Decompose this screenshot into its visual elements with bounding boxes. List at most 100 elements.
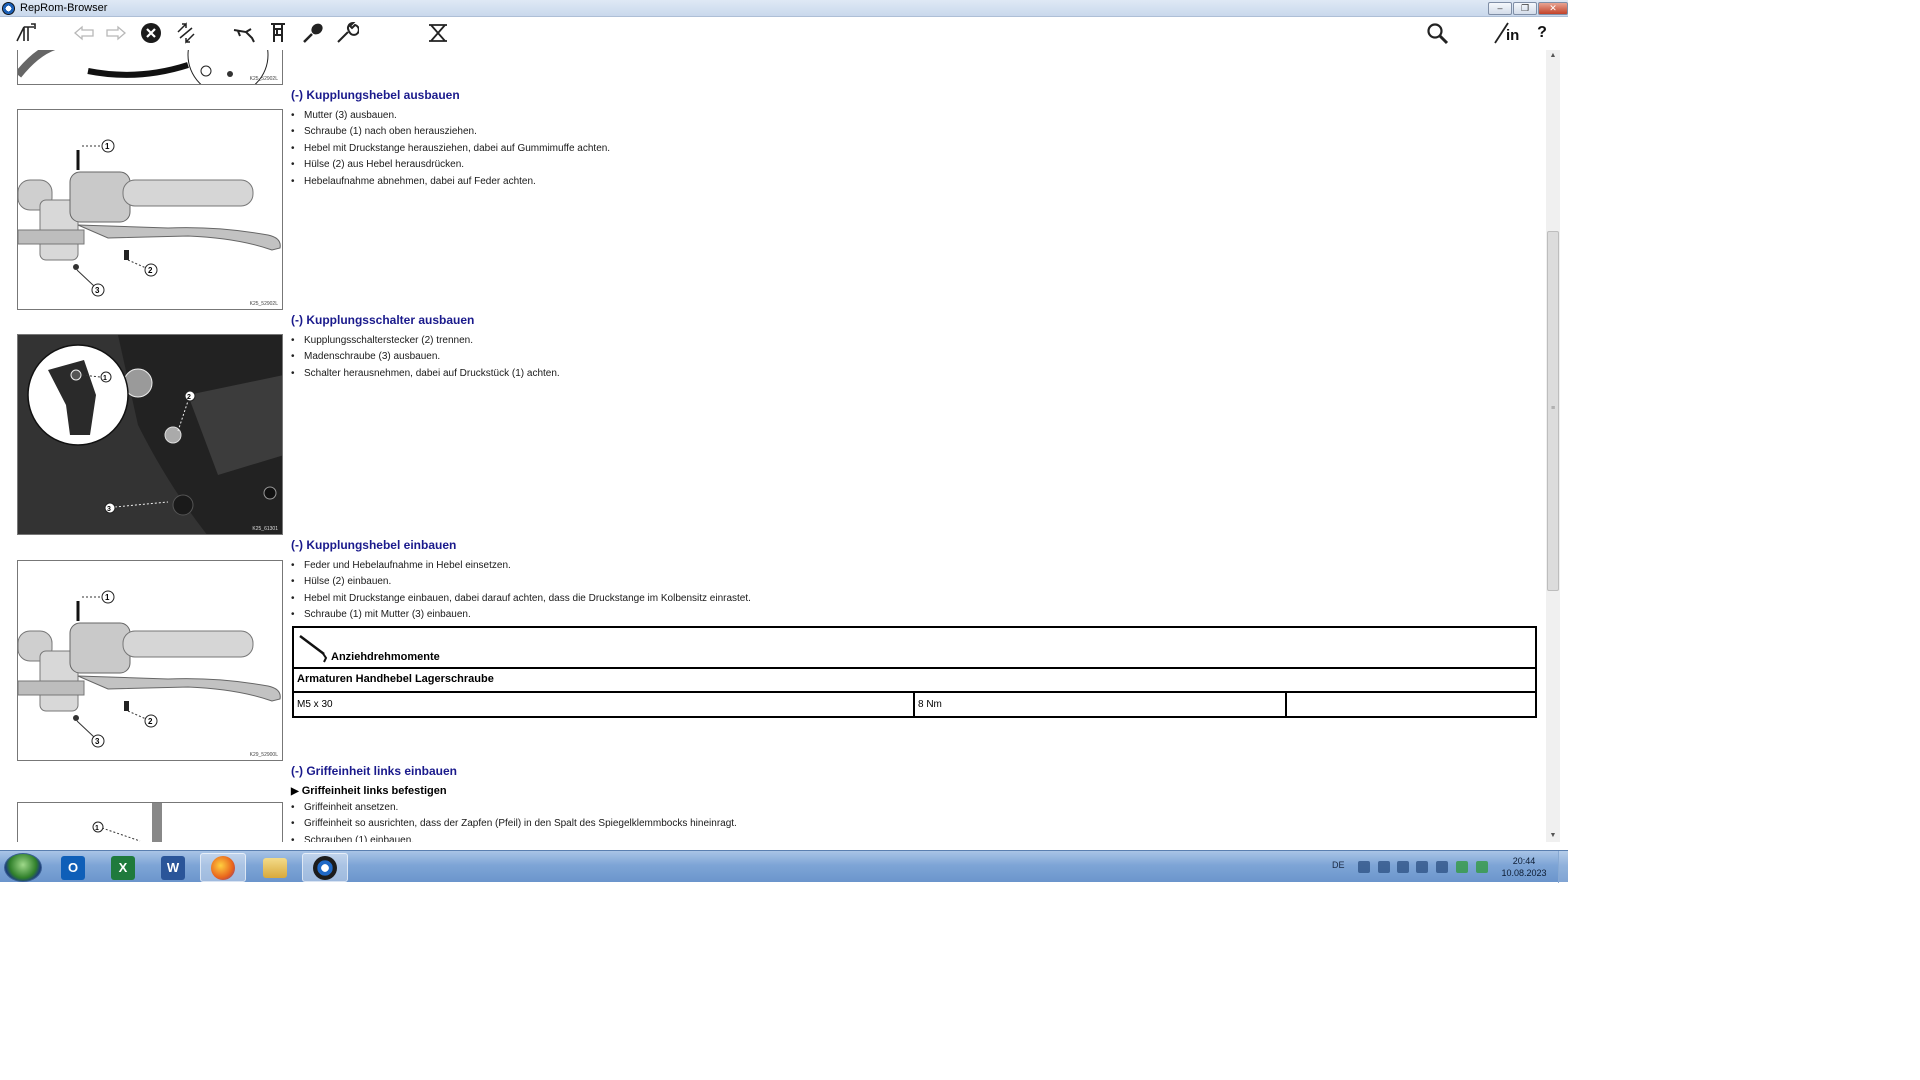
taskbar-firefox[interactable] [200,853,246,882]
taskbar-explorer[interactable] [252,853,298,882]
cancel-icon[interactable] [137,20,165,46]
scroll-thumb[interactable]: ≡ [1547,231,1559,591]
language-indicator[interactable]: DE [1332,860,1345,870]
section-title: (-) Kupplungshebel einbauen [291,538,457,552]
windows-taskbar: O X W DE 20:44 10.08.2023 [0,850,1568,883]
section-title: (-) Kupplungshebel ausbauen [291,88,460,102]
torque-subheader-label: Armaturen Handhebel Lagerschraube [297,673,494,685]
info-label: in [1506,27,1520,44]
step-item: Schraube (1) nach oben herausziehen. [291,124,610,140]
search-icon[interactable] [1423,20,1451,46]
outlook-icon: O [61,855,85,880]
step-list: Kupplungsschalterstecker (2) trennen. Ma… [291,333,560,382]
taskbar-excel[interactable]: X [100,853,146,882]
step-item: Schalter herausnehmen, dabei auf Druckst… [291,366,560,382]
display-icon[interactable] [1378,861,1390,873]
taskbar-bmw-reprom[interactable] [302,853,348,882]
step-item: Madenschraube (3) ausbauen. [291,349,560,365]
bmw-icon [313,855,337,880]
figure-code: K25_52902L [249,301,278,307]
grip-icon: ≡ [1551,405,1556,412]
callout-2: 2 [148,717,153,726]
scroll-down-arrow-icon[interactable]: ▼ [1546,830,1560,842]
security-icon[interactable] [1456,861,1468,873]
torque-table: Anziehdrehmomente Armaturen Handhebel La… [292,626,1537,718]
step-list: Feder und Hebelaufnahme in Hebel einsetz… [291,558,751,624]
tool-icon[interactable] [230,20,258,46]
torque-table-header: Anziehdrehmomente [294,628,1535,669]
excel-icon: X [111,855,135,880]
measurement-icon[interactable] [264,20,292,46]
callout-1: 1 [95,825,99,832]
figure-clutch-lever-installation: 1 2 3 K29_52900L [17,560,283,761]
torque-header-label: Anziehdrehmomente [331,651,440,663]
callout-3: 3 [95,737,100,746]
forward-arrow-icon[interactable] [102,20,130,46]
help-icon[interactable]: ? [1528,20,1556,46]
flag-icon[interactable] [1358,861,1370,873]
network-icon[interactable] [1436,861,1448,873]
back-arrow-icon[interactable] [70,20,98,46]
figure-clutch-lever-removal: 1 2 3 K25_52902L [17,109,283,310]
title-bar: RepRom-Browser – ❐ ✕ [0,0,1568,17]
filter-icon[interactable] [424,20,452,46]
callout-1: 1 [105,142,110,151]
adjust-icon[interactable] [299,20,327,46]
step-item: Hülse (2) aus Hebel herausdrücken. [291,157,610,173]
sync-icon[interactable] [172,20,200,46]
section-title: (-) Kupplungsschalter ausbauen [291,313,475,327]
step-item: Schraube (1) mit Mutter (3) einbauen. [291,607,751,623]
figure-code: K25_61301 [252,526,278,532]
close-button[interactable]: ✕ [1538,2,1568,15]
window-title: RepRom-Browser [20,2,108,14]
info-icon[interactable]: in [1492,20,1524,46]
callout-1: 1 [105,593,110,602]
torque-table-subheader: Armaturen Handhebel Lagerschraube [294,669,1535,693]
step-item: Feder und Hebelaufnahme in Hebel einsetz… [291,558,751,574]
figure-previous: K25_52902L [17,50,283,85]
restore-button[interactable]: ❐ [1513,2,1537,15]
reprom-browser-window: RepRom-Browser – ❐ ✕ in ? K25_52902L (-)… [0,0,1568,883]
section-title: (-) Griffeinheit links einbauen [291,764,458,778]
torque-spec-cell: M5 x 30 [294,693,915,717]
callout-3: 3 [107,506,111,513]
step-item: Hebelaufnahme abnehmen, dabei auf Feder … [291,174,610,190]
sync-tray-icon[interactable] [1476,861,1488,873]
vertical-scrollbar[interactable]: ▲ ≡ ▼ [1546,50,1560,842]
navigation-tree-icon[interactable] [12,20,40,46]
step-list: Mutter (3) ausbauen. Schraube (1) nach o… [291,108,610,190]
wrench-icon[interactable] [333,20,361,46]
step-item: Hebel mit Druckstange einbauen, dabei da… [291,591,751,607]
step-item: Hülse (2) einbauen. [291,574,751,590]
callout-3: 3 [95,286,100,295]
toolbar: in ? [0,17,1568,50]
step-item: Hebel mit Druckstange herausziehen, dabe… [291,141,610,157]
step-list: Griffeinheit ansetzen. Griffeinheit so a… [291,800,737,842]
minimize-button[interactable]: – [1488,2,1512,15]
figure-code: K25_52902L [249,76,278,82]
step-item: Kupplungsschalterstecker (2) trennen. [291,333,560,349]
callout-2: 2 [187,394,191,401]
step-item: Griffeinheit ansetzen. [291,800,737,816]
folder-icon [263,857,287,878]
figure-clutch-switch-removal: 1 2 3 K25_61301 [17,334,283,535]
torque-note-cell [1287,693,1535,717]
figure-grip-unit-installation: 1 [17,802,283,842]
app-icon [2,2,15,15]
show-desktop-button[interactable] [1558,851,1568,883]
speaker-icon[interactable] [1397,861,1409,873]
subheading: Griffeinheit links befestigen [291,785,447,797]
figure-code: K29_52900L [249,752,278,758]
clock-time: 20:44 [1512,856,1536,866]
table-row: M5 x 30 8 Nm [294,693,1535,717]
volume-icon[interactable] [1416,861,1428,873]
firefox-icon [211,855,235,880]
taskbar-outlook[interactable]: O [50,853,96,882]
taskbar-word[interactable]: W [150,853,196,882]
step-item: Griffeinheit so ausrichten, dass der Zap… [291,816,737,832]
document-content[interactable]: K25_52902L (-) Kupplungshebel ausbauen 1… [0,50,1546,842]
system-clock[interactable]: 20:44 10.08.2023 [1496,855,1552,879]
callout-1: 1 [103,375,107,382]
start-button[interactable] [4,853,42,882]
scroll-up-arrow-icon[interactable]: ▲ [1546,50,1560,62]
